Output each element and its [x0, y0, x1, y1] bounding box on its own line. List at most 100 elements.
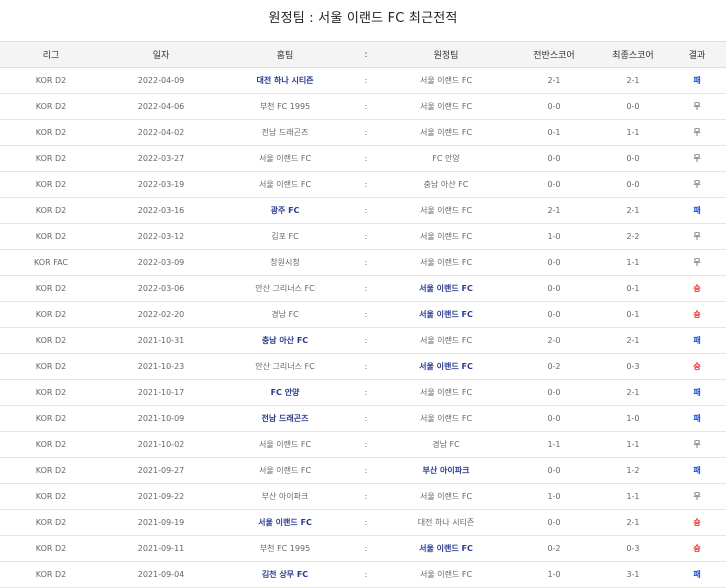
table-row: KOR D2 2021-09-27 서울 이랜드 FC: 부산 아이파크 0-0 1-2 패 — [0, 457, 726, 484]
league-cell: KOR D2 — [0, 405, 102, 432]
separator-cell: : — [350, 67, 382, 94]
date-cell: 2022-04-09 — [102, 67, 220, 94]
league-cell: KOR D2 — [0, 535, 102, 562]
table-row: KOR D2 2021-09-11 부천 FC 1995: 서울 이랜드 FC 0-2 0… — [0, 535, 726, 562]
final-score-cell: 1-2 — [598, 457, 668, 484]
header-result: 결과 — [668, 41, 726, 68]
separator-cell: : — [350, 249, 382, 276]
half-score-cell: 0-0 — [510, 145, 598, 172]
home-team-cell: 부산 아이파크 — [220, 483, 350, 510]
separator-cell: : — [350, 379, 382, 406]
result-cell: 무 — [668, 223, 726, 250]
separator-cell: : — [350, 119, 382, 146]
date-cell: 2022-04-06 — [102, 93, 220, 120]
away-team-cell: 서울 이랜드 FC — [382, 301, 510, 328]
final-score-cell: 2-1 — [598, 379, 668, 406]
final-score-cell: 0-3 — [598, 353, 668, 380]
table-row: KOR D2 2022-03-19 서울 이랜드 FC: 충남 아산 FC 0-0 0-0… — [0, 171, 726, 198]
away-team-cell: 서울 이랜드 FC — [382, 67, 510, 94]
half-score-cell: 0-0 — [510, 249, 598, 276]
half-score-cell: 0-1 — [510, 119, 598, 146]
table-row: KOR D2 2022-03-12 김포 FC: 서울 이랜드 FC 1-0 2-2 무 — [0, 223, 726, 250]
date-cell: 2021-09-27 — [102, 457, 220, 484]
separator-cell: : — [350, 457, 382, 484]
result-cell: 승 — [668, 353, 726, 380]
date-cell: 2022-03-16 — [102, 197, 220, 224]
final-score-cell: 1-1 — [598, 249, 668, 276]
header-date: 일자 — [102, 41, 220, 68]
separator-cell: : — [350, 535, 382, 562]
result-cell: 승 — [668, 301, 726, 328]
table-row: KOR D2 2021-10-02 서울 이랜드 FC: 경남 FC 1-1 1-1 무 — [0, 431, 726, 458]
half-score-cell: 0-0 — [510, 93, 598, 120]
header-league: 리그 — [0, 41, 102, 68]
half-score-cell: 0-0 — [510, 509, 598, 536]
league-cell: KOR D2 — [0, 457, 102, 484]
final-score-cell: 0-1 — [598, 301, 668, 328]
result-cell: 무 — [668, 431, 726, 458]
final-score-cell: 2-1 — [598, 327, 668, 354]
header-final-score: 최종스코어 — [598, 41, 668, 68]
away-team-cell: 서울 이랜드 FC — [382, 379, 510, 406]
separator-cell: : — [350, 405, 382, 432]
date-cell: 2022-03-27 — [102, 145, 220, 172]
half-score-cell: 2-1 — [510, 67, 598, 94]
table-row: KOR D2 2022-03-06 안산 그리너스 FC: 서울 이랜드 FC 0-0 0… — [0, 275, 726, 302]
league-cell: KOR D2 — [0, 93, 102, 120]
home-team-cell: FC 안양 — [220, 379, 350, 406]
table-row: KOR D2 2022-03-27 서울 이랜드 FC: FC 안양 0-0 0-0 무 — [0, 145, 726, 172]
away-team-cell: 서울 이랜드 FC — [382, 197, 510, 224]
date-cell: 2022-03-06 — [102, 275, 220, 302]
page-title: 원정팀 : 서울 이랜드 FC 최근전적 — [268, 11, 458, 26]
half-score-cell: 0-2 — [510, 535, 598, 562]
table-row: KOR D2 2022-03-16 광주 FC: 서울 이랜드 FC 2-1 2-1 패 — [0, 197, 726, 224]
league-cell: KOR D2 — [0, 275, 102, 302]
final-score-cell: 1-1 — [598, 431, 668, 458]
separator-cell: : — [350, 509, 382, 536]
final-score-cell: 1-0 — [598, 405, 668, 432]
league-cell: KOR D2 — [0, 145, 102, 172]
home-team-cell: 서울 이랜드 FC — [220, 171, 350, 198]
final-score-cell: 0-1 — [598, 275, 668, 302]
league-cell: KOR FAC — [0, 249, 102, 276]
result-cell: 패 — [668, 197, 726, 224]
result-cell: 무 — [668, 145, 726, 172]
league-cell: KOR D2 — [0, 431, 102, 458]
final-score-cell: 2-1 — [598, 509, 668, 536]
home-team-cell: 서울 이랜드 FC — [220, 431, 350, 458]
table-row: KOR D2 2021-09-22 부산 아이파크: 서울 이랜드 FC 1-0 1-1 무 — [0, 483, 726, 510]
home-team-cell: 전남 드래곤즈 — [220, 119, 350, 146]
separator-cell: : — [350, 431, 382, 458]
league-cell: KOR D2 — [0, 353, 102, 380]
date-cell: 2021-09-22 — [102, 483, 220, 510]
result-cell: 패 — [668, 67, 726, 94]
half-score-cell: 1-0 — [510, 223, 598, 250]
league-cell: KOR D2 — [0, 171, 102, 198]
away-team-cell: 서울 이랜드 FC — [382, 483, 510, 510]
away-team-cell: 대전 하나 시티즌 — [382, 509, 510, 536]
away-team-cell: 서울 이랜드 FC — [382, 249, 510, 276]
away-team-cell: 서울 이랜드 FC — [382, 327, 510, 354]
home-team-cell: 경남 FC — [220, 301, 350, 328]
recent-results-table: 리그 일자 홈팀 : 원정팀 전반스코어 최종스코어 결과 KOR D2 2022… — [0, 41, 726, 588]
half-score-cell: 0-0 — [510, 171, 598, 198]
final-score-cell: 1-1 — [598, 119, 668, 146]
half-score-cell: 2-0 — [510, 327, 598, 354]
league-cell: KOR D2 — [0, 301, 102, 328]
table-row: KOR D2 2022-04-02 전남 드래곤즈: 서울 이랜드 FC 0-1 1-1 무 — [0, 119, 726, 146]
result-cell: 패 — [668, 379, 726, 406]
separator-cell: : — [350, 353, 382, 380]
separator-cell: : — [350, 145, 382, 172]
date-cell: 2021-10-17 — [102, 379, 220, 406]
away-team-cell: 서울 이랜드 FC — [382, 93, 510, 120]
home-team-cell: 서울 이랜드 FC — [220, 457, 350, 484]
result-cell: 승 — [668, 509, 726, 536]
league-cell: KOR D2 — [0, 509, 102, 536]
final-score-cell: 0-3 — [598, 535, 668, 562]
half-score-cell: 0-0 — [510, 301, 598, 328]
date-cell: 2021-10-31 — [102, 327, 220, 354]
table-row: KOR D2 2021-10-09 전남 드래곤즈: 서울 이랜드 FC 0-0 1-0 패 — [0, 405, 726, 432]
result-cell: 승 — [668, 275, 726, 302]
half-score-cell: 0-0 — [510, 457, 598, 484]
home-team-cell: 안산 그리너스 FC — [220, 353, 350, 380]
